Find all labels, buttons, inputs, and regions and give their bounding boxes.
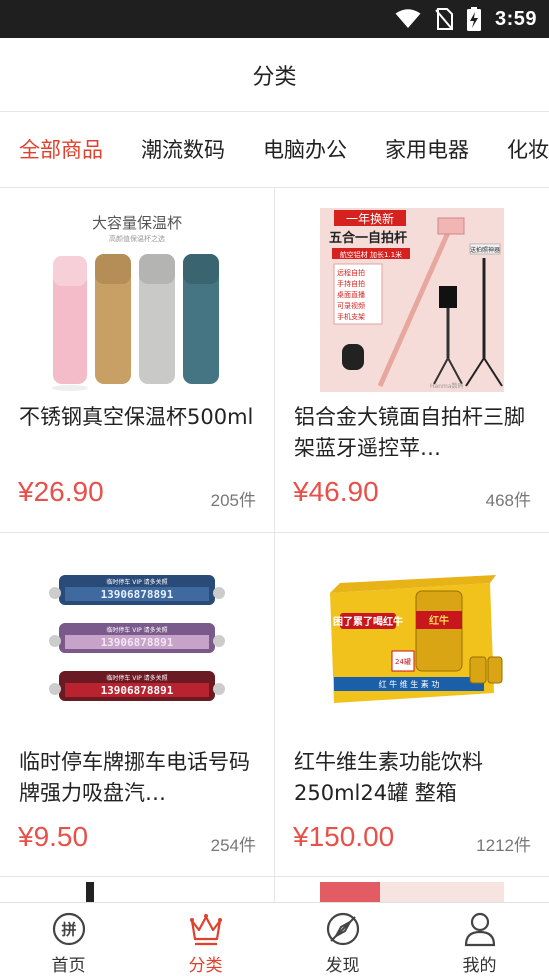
svg-text:临时停车 VIP 请多关照: 临时停车 VIP 请多关照 <box>106 578 167 586</box>
product-card[interactable]: 一年换新 五合一自拍杆 航空铝材 加长1.1米 远程自拍 手持自拍 桌面直播 可… <box>275 188 549 532</box>
svg-text:远程自拍: 远程自拍 <box>337 268 365 277</box>
thermos-image-title: 大容量保温杯 <box>92 214 182 232</box>
status-icons: 3:59 <box>395 0 537 38</box>
category-tabs: 全部商品 潮流数码 电脑办公 家用电器 化妆 <box>0 112 549 188</box>
nav-home-label: 首页 <box>51 956 86 976</box>
tab-cosmetics[interactable]: 化妆 <box>507 112 549 187</box>
selfie-image-tag: 航空铝材 加长1.1米 <box>340 250 402 259</box>
product-sold-count: 205件 <box>210 491 256 510</box>
redbull-image-pack: 24罐 <box>395 657 411 666</box>
svg-text:13906878891: 13906878891 <box>101 636 174 649</box>
page-title: 分类 <box>252 64 297 90</box>
svg-text:临时停车 VIP 请多关照: 临时停车 VIP 请多关照 <box>106 674 167 682</box>
product-card-partial[interactable] <box>0 877 274 902</box>
user-icon <box>464 912 495 947</box>
status-bar: 3:59 <box>0 0 549 38</box>
product-card[interactable]: 大容量保温杯 高颜值保温杯之选 不锈钢真空保温杯500ml ¥26.90 205… <box>0 188 274 532</box>
svg-text:13906878891: 13906878891 <box>101 588 174 601</box>
battery-charging-icon <box>466 7 481 31</box>
no-sim-icon <box>435 8 453 30</box>
product-card[interactable]: 临时停车 VIP 请多关照 13906878891 临时停车 VIP 请多关照 … <box>0 533 274 877</box>
compass-icon <box>326 912 359 946</box>
svg-text:桌面直播: 桌面直播 <box>337 290 365 299</box>
product-name: 红牛维生素功能饮料250ml24罐 整箱 <box>294 750 483 805</box>
product-price: ¥26.90 <box>18 476 104 507</box>
product-sold-count: 1212件 <box>476 836 531 855</box>
nav-category[interactable]: 分类 <box>137 903 274 976</box>
product-image-red-bull: 困了累了喝红牛 红牛 红 牛 维 生 素 功 24罐 <box>320 553 504 737</box>
product-image-parking-plate: 临时停车 VIP 请多关照 13906878891 临时停车 VIP 请多关照 … <box>45 553 229 737</box>
product-image-selfie-stick: 一年换新 五合一自拍杆 航空铝材 加长1.1米 远程自拍 手持自拍 桌面直播 可… <box>320 208 504 392</box>
svg-text:手机支架: 手机支架 <box>337 312 365 321</box>
bottom-nav: 拼 首页 分类 发现 我的 <box>0 902 549 976</box>
redbull-image-bottom: 红 牛 维 生 素 功 <box>379 679 440 689</box>
product-price: ¥46.90 <box>293 476 379 507</box>
page-header: 分类 <box>0 38 549 112</box>
selfie-image-banner: 一年换新 <box>346 211 394 226</box>
grid-divider <box>0 532 549 533</box>
product-grid: 大容量保温杯 高颜值保温杯之选 不锈钢真空保温杯500ml ¥26.90 205… <box>0 188 549 902</box>
product-name: 不锈钢真空保温杯500ml <box>19 405 254 429</box>
svg-text:拼: 拼 <box>61 921 76 939</box>
nav-discover[interactable]: 发现 <box>274 903 411 976</box>
svg-text:手持自拍: 手持自拍 <box>337 279 365 288</box>
tab-home-appliances[interactable]: 家用电器 <box>385 112 469 187</box>
tab-computer-office[interactable]: 电脑办公 <box>263 112 347 187</box>
product-card[interactable]: 困了累了喝红牛 红牛 红 牛 维 生 素 功 24罐 红牛维生素功能饮料250m… <box>275 533 549 877</box>
nav-discover-label: 发现 <box>325 956 360 976</box>
svg-text:13906878891: 13906878891 <box>101 684 174 697</box>
product-sold-count: 468件 <box>485 491 531 510</box>
thermos-image-subtitle: 高颜值保温杯之选 <box>109 234 165 243</box>
tab-trendy-digital[interactable]: 潮流数码 <box>141 112 225 187</box>
product-name: 铝合金大镜面自拍杆三脚架蓝牙遥控苹… <box>294 405 525 460</box>
grid-divider <box>0 876 549 877</box>
product-sold-count: 254件 <box>210 836 256 855</box>
redbull-image-slogan: 困了累了喝红牛 <box>333 615 403 628</box>
tab-all-products[interactable]: 全部商品 <box>19 112 103 187</box>
wifi-icon <box>395 9 421 28</box>
selfie-image-side-label: 送拍照神器 <box>470 246 500 254</box>
product-image-partial <box>320 882 504 902</box>
nav-home[interactable]: 拼 首页 <box>0 903 137 976</box>
product-card-partial[interactable] <box>275 877 549 902</box>
product-image-partial <box>86 882 94 902</box>
product-price: ¥150.00 <box>293 821 395 852</box>
nav-profile[interactable]: 我的 <box>411 903 548 976</box>
svg-text:可录视频: 可录视频 <box>337 301 365 310</box>
grid-divider <box>274 188 275 902</box>
product-name: 临时停车牌挪车电话号码牌强力吸盘汽… <box>19 750 250 805</box>
product-price: ¥9.50 <box>18 821 89 852</box>
nav-category-label: 分类 <box>188 956 223 976</box>
crown-icon <box>189 914 222 946</box>
selfie-image-brand: Hanma数码 <box>430 382 464 390</box>
product-image-thermos: 大容量保温杯 高颜值保温杯之选 <box>45 208 229 392</box>
nav-profile-label: 我的 <box>462 956 497 976</box>
redbull-image-brand: 红牛 <box>429 614 449 627</box>
svg-text:临时停车 VIP 请多关照: 临时停车 VIP 请多关照 <box>106 626 167 634</box>
selfie-image-title: 五合一自拍杆 <box>329 230 407 246</box>
pin-coin-icon: 拼 <box>52 912 85 946</box>
status-time: 3:59 <box>494 7 537 30</box>
